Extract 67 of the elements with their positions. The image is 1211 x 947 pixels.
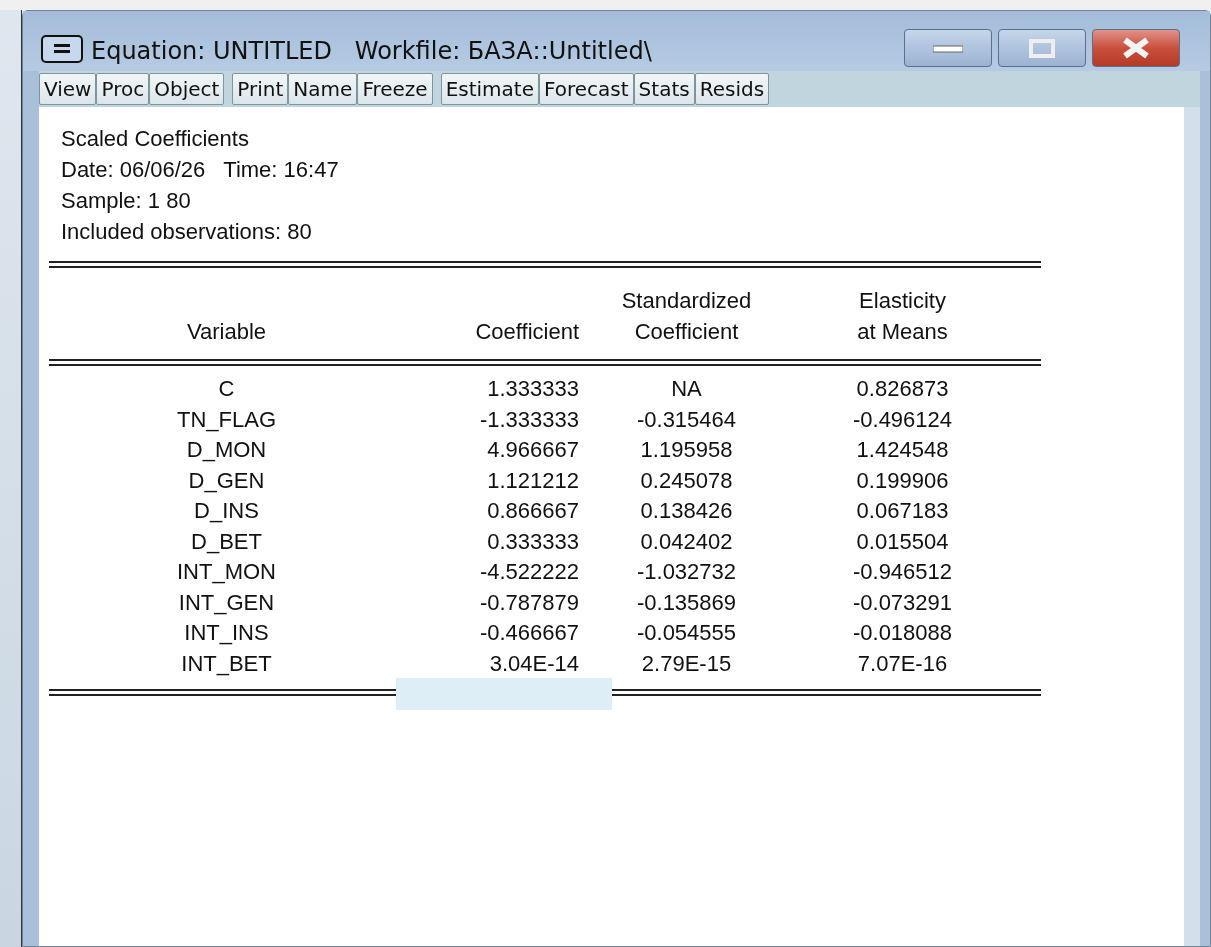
table-cell-text: D_BET (190, 527, 263, 556)
toolbar-button[interactable]: View (39, 73, 97, 105)
table-cell-text: 0.199906 (855, 466, 950, 495)
output-header-line: Included observations: 80 (60, 218, 313, 246)
table-cell-text: 1.333333 (486, 375, 579, 403)
scrollbar-track[interactable] (1184, 107, 1200, 946)
output-header-line: Date: 06/06/26 Time: 16:47 (60, 156, 340, 184)
table-cell-text: 0.138426 (639, 497, 734, 525)
table-cell-text: -4.522222 (478, 558, 579, 586)
table-cell-text: -1.333333 (478, 405, 579, 434)
toolbar-button[interactable]: Forecast (538, 73, 634, 105)
table-cell-text: NA (670, 375, 703, 403)
table-cell-text: 0.866667 (486, 497, 579, 525)
table-cell-text: -0.073291 (851, 588, 954, 617)
table-cell-text: INT_BET (180, 649, 273, 678)
table-cell-text: -0.787879 (478, 588, 579, 617)
table-cell-text: 4.966667 (486, 436, 579, 464)
table-cell-text: C (217, 375, 236, 403)
maximize-button[interactable] (998, 29, 1086, 67)
close-button[interactable] (1092, 29, 1180, 67)
toolbar-button[interactable]: Resids (694, 73, 770, 105)
table-cell-text: -0.466667 (478, 619, 579, 647)
toolbar-button[interactable]: Proc (96, 73, 150, 105)
table-cell-text: 0.333333 (486, 527, 579, 556)
table-cell-text: TN_FLAG (176, 405, 277, 434)
table-cell-text: 1.424548 (855, 436, 950, 464)
table-cell-text: -0.135869 (635, 588, 738, 617)
table-cell-text: -1.032732 (635, 558, 738, 586)
table-cell-text: -0.315464 (635, 405, 738, 434)
toolbar-button[interactable]: Object (149, 73, 225, 105)
table-cell-text: 0.245078 (639, 466, 734, 495)
window-title: Equation: UNTITLED Workfile: БАЗА::Untitled\ (91, 37, 653, 65)
table-cell-text: INT_MON (176, 558, 277, 586)
table-cell-text: D_INS (193, 497, 260, 525)
toolbar-button[interactable]: Name (288, 73, 358, 105)
table-cell-text: D_MON (185, 436, 268, 464)
toolbar-button[interactable]: Stats (633, 73, 695, 105)
table-cell-text: 0.015504 (855, 527, 950, 556)
table-cell-text: INT_INS (183, 619, 270, 647)
table-cell-text: INT_GEN (177, 588, 276, 617)
table-cell-text: 0.067183 (855, 497, 950, 525)
column-header: Coefficient (474, 317, 579, 346)
table-cell-text: -0.946512 (851, 558, 954, 586)
table-cell-text: -0.018088 (851, 619, 954, 647)
table-cell-text: 0.826873 (855, 375, 950, 403)
toolbar-button[interactable]: Freeze (357, 73, 433, 105)
table-cell-text: 1.121212 (486, 466, 579, 495)
column-header: Elasticity at Means (856, 287, 949, 346)
table-cell-text: 7.07E-16 (856, 649, 949, 678)
minimize-icon (933, 43, 963, 53)
table-cell-text: 0.042402 (639, 527, 734, 556)
table-cell-text: 2.79E-15 (640, 649, 733, 678)
close-icon (1121, 37, 1151, 59)
column-header: Standardized Coefficient (620, 287, 753, 346)
maximize-icon (1028, 38, 1056, 58)
output-header-line: Scaled Coefficients (60, 125, 250, 153)
column-header: Variable (185, 317, 268, 346)
output-header-line: Sample: 1 80 (60, 187, 192, 215)
table-cell-text: 3.04E-14 (488, 649, 579, 678)
table-cell-text: 1.195958 (639, 436, 734, 464)
table-cell-text: -0.496124 (851, 405, 954, 434)
table-cell-text: D_GEN (187, 466, 266, 495)
table-cell-text: -0.054555 (635, 619, 738, 647)
toolbar-button[interactable]: Print (232, 73, 289, 105)
window-menu-icon[interactable] (41, 35, 83, 63)
toolbar-button[interactable]: Estimate (440, 73, 539, 105)
minimize-button[interactable] (904, 29, 992, 67)
